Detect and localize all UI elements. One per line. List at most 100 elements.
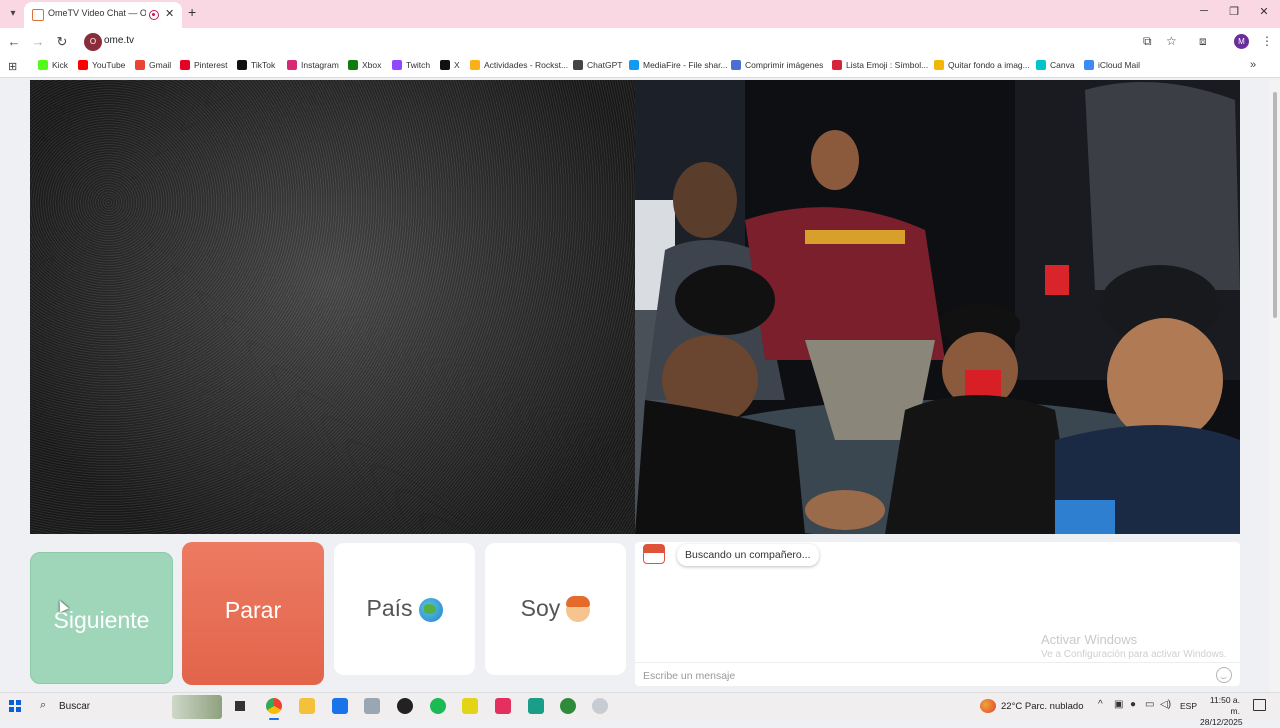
bookmark-item[interactable]: iCloud Mail bbox=[1084, 60, 1140, 70]
message-placeholder: Escribe un mensaje bbox=[643, 670, 736, 682]
gender-button-label: Soy bbox=[520, 595, 561, 621]
app-grey-icon[interactable] bbox=[592, 698, 608, 714]
bookmark-item[interactable]: Instagram bbox=[287, 60, 339, 70]
page-scrollbar[interactable] bbox=[1270, 80, 1280, 692]
bookmark-label: MediaFire - File shar... bbox=[643, 60, 728, 70]
next-button-label: Siguiente bbox=[53, 607, 150, 633]
reload-icon[interactable]: ↻ bbox=[54, 34, 70, 50]
url-text[interactable]: ome.tv bbox=[104, 35, 134, 46]
bookmark-item[interactable]: Gmail bbox=[135, 60, 171, 70]
browser-toolbar: ← → ↻ O ome.tv ⧉ ☆ ⧈ M ⋮ bbox=[0, 28, 1280, 56]
app-dark-icon[interactable] bbox=[397, 698, 413, 714]
clock[interactable]: 11:50 a. m. 28/12/2025 bbox=[1200, 695, 1243, 728]
search-highlight-image[interactable] bbox=[172, 695, 222, 719]
bookmark-label: iCloud Mail bbox=[1098, 60, 1141, 70]
profile-avatar[interactable]: M bbox=[1234, 34, 1249, 49]
tray-app-icon[interactable]: ▣ bbox=[1114, 699, 1123, 710]
bookmarks-bar: ⊞ Kick YouTube Gmail Pinterest TikTok Instagr… bbox=[0, 56, 1280, 78]
back-icon[interactable]: ← bbox=[6, 34, 22, 49]
new-tab-button[interactable]: + bbox=[188, 4, 196, 20]
extensions-icon[interactable]: ⧈ bbox=[1199, 34, 1207, 49]
weather-icon[interactable] bbox=[980, 699, 996, 713]
address-bar[interactable]: O ome.tv bbox=[82, 31, 1187, 53]
search-icon[interactable]: ⌕ bbox=[40, 699, 46, 712]
message-input[interactable]: Escribe un mensaje bbox=[635, 662, 1240, 686]
bookmark-item[interactable]: YouTube bbox=[78, 60, 125, 70]
bookmark-label: Kick bbox=[52, 60, 69, 70]
spotify-icon[interactable] bbox=[430, 698, 446, 714]
menu-icon[interactable]: ⋮ bbox=[1261, 34, 1273, 48]
emoji-picker-icon[interactable] bbox=[1216, 667, 1232, 683]
norton-icon[interactable] bbox=[462, 698, 478, 714]
tab-search-chevron-icon[interactable]: ▾ bbox=[4, 5, 22, 23]
bookmark-item[interactable]: Comprimir imágenes bbox=[731, 60, 823, 70]
microphone-icon[interactable]: ● bbox=[1130, 699, 1136, 710]
tab-title: OmeTV Video Chat — Ome bbox=[48, 8, 146, 18]
bookmark-item[interactable]: Actividades - Rockst... bbox=[470, 60, 568, 70]
country-button-content: País bbox=[334, 595, 475, 622]
notification-center-icon[interactable] bbox=[1253, 699, 1266, 711]
taskbar-search[interactable]: Buscar bbox=[59, 701, 90, 712]
bookmark-item[interactable]: Canva bbox=[1036, 60, 1075, 70]
tab-close-icon[interactable]: ✕ bbox=[165, 7, 174, 20]
bookmarks-overflow-icon[interactable]: » bbox=[1250, 59, 1256, 71]
bookmark-item[interactable]: Xbox bbox=[348, 60, 381, 70]
ometv-logo-icon bbox=[643, 544, 665, 564]
cast-icon[interactable]: ⧉ bbox=[1143, 34, 1152, 49]
app-teal-icon[interactable] bbox=[528, 698, 544, 714]
windows-start-icon[interactable] bbox=[9, 700, 21, 712]
xbox-icon[interactable] bbox=[560, 698, 576, 714]
weather-text[interactable]: 22°C Parc. nublado bbox=[1001, 701, 1084, 712]
file-explorer-icon[interactable] bbox=[299, 698, 315, 714]
volume-icon[interactable]: ◁) bbox=[1160, 699, 1171, 710]
bookmark-item[interactable]: Pinterest bbox=[180, 60, 228, 70]
tab-ometv[interactable]: OmeTV Video Chat — Ome ✕ bbox=[24, 2, 182, 28]
windows-taskbar: ⌕ Buscar 22°C Parc. nublado ^ ▣ ● ▭ ◁) E… bbox=[0, 692, 1280, 727]
store-icon[interactable] bbox=[332, 698, 348, 714]
bookmark-star-icon[interactable]: ☆ bbox=[1166, 34, 1177, 48]
gender-button[interactable]: Soy bbox=[485, 543, 626, 675]
country-button[interactable]: País bbox=[334, 543, 475, 675]
bookmark-item[interactable]: X bbox=[440, 60, 460, 70]
minimize-icon[interactable]: ─ bbox=[1194, 5, 1214, 17]
gender-button-content: Soy bbox=[485, 595, 626, 622]
chat-panel: Buscando un compañero... Activar Windows… bbox=[635, 542, 1240, 686]
bookmark-item[interactable]: Kick bbox=[38, 60, 68, 70]
tray-chevron-icon[interactable]: ^ bbox=[1098, 699, 1103, 710]
bookmark-item[interactable]: ChatGPT bbox=[573, 60, 622, 70]
forward-icon[interactable]: → bbox=[30, 34, 46, 49]
bookmark-label: TikTok bbox=[251, 60, 276, 70]
bookmark-favicon-icon bbox=[287, 60, 297, 70]
ometv-favicon-icon bbox=[32, 9, 44, 21]
globe-icon bbox=[418, 597, 443, 622]
tab-strip: ▾ OmeTV Video Chat — Ome ✕ + ─ ❐ ✕ bbox=[0, 0, 1280, 28]
stop-button-label: Parar bbox=[224, 597, 282, 623]
clock-date: 28/12/2025 bbox=[1200, 717, 1243, 727]
bookmark-item[interactable]: MediaFire - File shar... bbox=[629, 60, 728, 70]
app-icon[interactable] bbox=[364, 698, 380, 714]
language-indicator[interactable]: ESP bbox=[1180, 701, 1197, 711]
country-button-label: País bbox=[366, 595, 413, 621]
bookmark-item[interactable]: Twitch bbox=[392, 60, 430, 70]
apps-grid-icon[interactable]: ⊞ bbox=[8, 60, 17, 73]
windows-activation-subtitle: Ve a Configuración para activar Windows. bbox=[1041, 649, 1227, 660]
task-view-icon[interactable] bbox=[232, 698, 248, 714]
bookmark-item[interactable]: Lista Emoji : Símbol... bbox=[832, 60, 928, 70]
window-close-icon[interactable]: ✕ bbox=[1254, 5, 1274, 18]
stop-button[interactable]: Parar bbox=[182, 542, 324, 685]
network-icon[interactable]: ▭ bbox=[1145, 699, 1154, 710]
tiktok-icon[interactable] bbox=[495, 698, 511, 714]
site-info-icon[interactable]: O bbox=[84, 33, 102, 51]
bookmark-label: X bbox=[454, 60, 460, 70]
chrome-icon[interactable] bbox=[266, 698, 282, 714]
bookmark-favicon-icon bbox=[573, 60, 583, 70]
bookmark-label: Instagram bbox=[301, 60, 339, 70]
next-button[interactable]: Siguiente bbox=[30, 552, 173, 684]
bookmark-favicon-icon bbox=[135, 60, 145, 70]
bookmark-label: ChatGPT bbox=[587, 60, 623, 70]
scrollbar-thumb[interactable] bbox=[1273, 92, 1277, 318]
restore-icon[interactable]: ❐ bbox=[1224, 5, 1244, 18]
bookmark-item[interactable]: TikTok bbox=[237, 60, 275, 70]
bookmark-item[interactable]: Quitar fondo a imag... bbox=[934, 60, 1030, 70]
clock-time: 11:50 a. m. bbox=[1209, 695, 1240, 716]
